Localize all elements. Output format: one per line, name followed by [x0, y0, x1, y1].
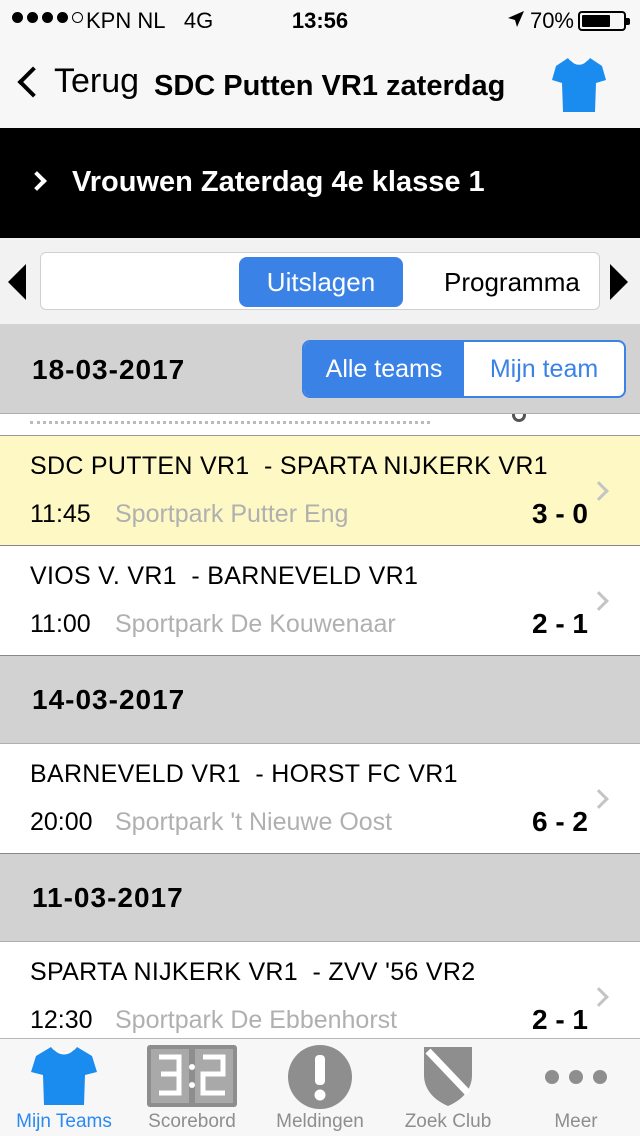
tab-label: Meer	[554, 1111, 598, 1132]
more-icon	[544, 1069, 608, 1090]
club-badge-icon	[422, 1045, 474, 1112]
date-section-header: 11-03-2017	[0, 854, 640, 942]
match-time: 11:00	[30, 610, 91, 638]
match-venue: Sportpark Putter Eng	[115, 500, 349, 528]
tab-scorebord[interactable]: Scorebord	[128, 1039, 256, 1136]
tab-meer[interactable]: Meer	[512, 1039, 640, 1136]
chevron-right-icon	[589, 591, 609, 611]
tab-label: Scorebord	[148, 1111, 236, 1132]
tab-label: Mijn Teams	[16, 1111, 112, 1132]
filter-all-teams[interactable]: Alle teams	[304, 342, 464, 396]
shirt-icon[interactable]	[552, 56, 606, 114]
match-score: 6 - 2	[531, 806, 588, 837]
date-section-header: 18-03-2017 Alle teams Mijn team	[0, 324, 640, 414]
match-venue: Sportpark 't Nieuwe Oost	[115, 808, 393, 836]
tab-bar: Mijn Teams Scorebord Meldingen Zoek Club…	[0, 1038, 640, 1136]
match-time: 12:30	[30, 1006, 93, 1034]
match-time: 20:00	[30, 808, 93, 836]
tab-meldingen[interactable]: Meldingen	[256, 1039, 384, 1136]
page-title: SDC Putten VR1 zaterdag	[154, 70, 506, 102]
back-button[interactable]: Terug	[14, 62, 139, 101]
tab-zoek-club[interactable]: Zoek Club	[384, 1039, 512, 1136]
filter-my-team[interactable]: Mijn team	[464, 342, 624, 396]
chevron-right-icon	[589, 789, 609, 809]
league-name: Vrouwen Zaterdag 4e klasse 1	[72, 166, 485, 198]
next-segment-arrow-icon[interactable]	[610, 264, 628, 300]
tab-mijn-teams[interactable]: Mijn Teams	[0, 1039, 128, 1136]
match-row[interactable]: BARNEVELD VR1 - HORST FC VR1 20:00 Sport…	[0, 744, 640, 854]
match-venue: Sportpark De Kouwenaar	[115, 610, 396, 638]
battery-percentage: 70%	[529, 8, 574, 33]
match-teams: SDC PUTTEN VR1 - SPARTA NIJKERK VR1	[30, 452, 548, 480]
date-section-header: 14-03-2017	[0, 656, 640, 744]
section-date: 11-03-2017	[32, 882, 184, 913]
match-teams: BARNEVELD VR1 - HORST FC VR1	[30, 760, 458, 788]
section-date: 18-03-2017	[32, 354, 186, 385]
match-row[interactable]: SPARTA NIJKERK VR1 - ZVV '56 VR2 12:30 S…	[0, 942, 640, 1038]
chevron-left-icon	[17, 65, 49, 98]
tab-label: Zoek Club	[404, 1111, 492, 1132]
section-date: 14-03-2017	[32, 684, 186, 715]
league-selector[interactable]: Vrouwen Zaterdag 4e klasse 1	[0, 128, 640, 238]
match-score: 2 - 1	[531, 608, 588, 639]
chevron-right-icon	[27, 171, 47, 191]
status-bar: KPN NL 4G 13:56 70%	[0, 0, 640, 40]
battery-icon	[578, 11, 630, 31]
location-arrow-icon	[506, 9, 526, 35]
list-item-partial	[0, 414, 640, 436]
navigation-bar: Terug SDC Putten VR1 zaterdag	[0, 40, 640, 128]
segment-uitslagen[interactable]: Uitslagen	[239, 257, 403, 307]
match-row[interactable]: SDC PUTTEN VR1 - SPARTA NIJKERK VR1 11:4…	[0, 436, 640, 546]
match-row[interactable]: VIOS V. VR1 - BARNEVELD VR1 11:00 Sportp…	[0, 546, 640, 656]
match-score: 3 - 0	[531, 498, 588, 529]
segment-control: Uitslagen Programma	[40, 252, 600, 310]
chevron-right-icon	[589, 987, 609, 1007]
chevron-right-icon	[589, 481, 609, 501]
tab-label: Meldingen	[276, 1111, 364, 1132]
match-time: 11:45	[30, 500, 91, 528]
scoreboard-icon	[147, 1045, 237, 1112]
segment-programma[interactable]: Programma	[444, 257, 580, 307]
back-label: Terug	[54, 62, 140, 100]
team-filter: Alle teams Mijn team	[302, 340, 626, 398]
match-venue: Sportpark De Ebbenhorst	[115, 1006, 398, 1034]
alert-icon	[288, 1045, 352, 1114]
shirt-icon	[31, 1045, 97, 1112]
match-score: 2 - 1	[531, 1004, 588, 1035]
match-teams: SPARTA NIJKERK VR1 - ZVV '56 VR2	[30, 958, 476, 986]
previous-segment-arrow-icon[interactable]	[8, 264, 26, 300]
match-teams: VIOS V. VR1 - BARNEVELD VR1	[30, 562, 419, 590]
